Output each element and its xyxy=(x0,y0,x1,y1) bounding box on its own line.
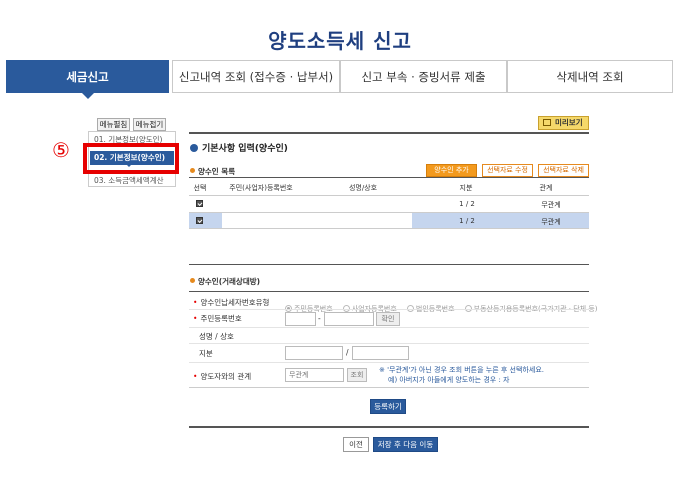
row-share: 1 / 2 xyxy=(459,217,475,225)
save-next-button[interactable]: 저장 후 다음 이동 xyxy=(373,437,438,452)
section-title: 기본사항 입력(양수인) xyxy=(190,141,288,154)
col-header-regno: 주민(사업자)등록번호 xyxy=(229,184,293,192)
share-numerator-input[interactable] xyxy=(285,346,343,360)
table-top-border xyxy=(189,177,589,178)
form-row-divider xyxy=(189,327,589,328)
share-separator: / xyxy=(346,348,349,357)
edit-selected-button[interactable]: 선택자료 수정 xyxy=(482,164,533,177)
register-button[interactable]: 등록하기 xyxy=(370,399,406,414)
menu-collapse-button[interactable]: 메뉴접기 xyxy=(133,118,166,131)
share-denominator-input[interactable] xyxy=(352,346,409,360)
regno-back-input[interactable] xyxy=(324,312,374,326)
share-label: 지분 xyxy=(199,349,213,358)
tab-deleted-history[interactable]: 삭제내역 조회 xyxy=(507,60,673,93)
row-share: 1 / 2 xyxy=(459,200,475,208)
document-icon xyxy=(543,119,551,126)
row-relation: 무관계 xyxy=(541,201,561,209)
tab-attachments[interactable]: 신고 부속 · 증빙서류 제출 xyxy=(340,60,507,93)
relation-note-line2: 예) 아버지가 아들에게 양도하는 경우 : 자 xyxy=(388,376,510,384)
preview-button[interactable]: 미리보기 xyxy=(538,116,589,130)
bullet-icon xyxy=(190,168,195,173)
col-header-name: 성명/상호 xyxy=(348,184,378,192)
row-checkbox[interactable] xyxy=(196,200,203,207)
tab-tax-report[interactable]: 세금신고 xyxy=(6,60,169,93)
form-top-divider xyxy=(189,264,589,265)
relation-lookup-button[interactable]: 조회 xyxy=(347,368,367,382)
relation-input[interactable]: 무관계 xyxy=(285,368,344,382)
table-row-selected[interactable]: 1 / 2 무관계 xyxy=(189,213,589,228)
regno-label: • 주민등록번호 xyxy=(193,314,242,323)
type-label: • 양수인납세자번호유형 xyxy=(193,298,270,307)
form-table-top-border xyxy=(189,291,589,292)
form-row-divider xyxy=(189,362,589,363)
table-bottom-border xyxy=(189,228,589,229)
regno-confirm-button[interactable]: 확인 xyxy=(376,312,400,326)
col-header-relation: 관계 xyxy=(539,184,553,192)
regno-front-input[interactable] xyxy=(285,312,316,326)
row-checkbox[interactable] xyxy=(196,217,203,224)
bullet-icon xyxy=(190,144,198,152)
active-tab-indicator xyxy=(82,93,94,99)
prev-button[interactable]: 이전 xyxy=(343,437,369,452)
col-header-share: 지분 xyxy=(459,184,473,192)
name-label: 성명 / 상호 xyxy=(199,332,234,341)
footer-divider xyxy=(189,426,589,428)
relation-label: • 양도자와의 관계 xyxy=(193,372,252,381)
tab-bar: 세금신고 신고내역 조회 (접수증 · 납부서) 신고 부속 · 증빙서류 제출… xyxy=(6,60,673,93)
row-relation: 무관계 xyxy=(541,218,561,226)
tab-report-history[interactable]: 신고내역 조회 (접수증 · 납부서) xyxy=(172,60,340,93)
row-regno-cell xyxy=(222,213,412,228)
top-divider xyxy=(189,132,589,134)
page-title: 양도소득세 신고 xyxy=(268,29,412,53)
menu-expand-button[interactable]: 메뉴펼침 xyxy=(97,118,130,131)
side-item-tax-calc[interactable]: 03. 소득금액세액계산 xyxy=(90,174,174,188)
bullet-icon xyxy=(190,278,195,283)
col-header-select: 선택 xyxy=(193,184,207,192)
form-row-divider xyxy=(189,343,589,344)
highlight-box xyxy=(83,143,179,174)
delete-selected-button[interactable]: 선택자료 삭제 xyxy=(538,164,589,177)
add-transferee-button[interactable]: 양수인 추가 xyxy=(426,164,477,177)
regno-separator: - xyxy=(318,314,321,323)
form-title: 양수인(거래상대방) xyxy=(190,276,260,287)
form-table-bottom-border xyxy=(189,387,589,388)
relation-note-line1: ※ '무관계'가 아닌 경우 조회 버튼을 누른 후 선택하세요. xyxy=(379,366,544,374)
form-row-divider xyxy=(189,309,589,310)
table-row[interactable]: 1 / 2 무관계 xyxy=(189,196,589,211)
preview-label: 미리보기 xyxy=(555,118,583,127)
step-number: ⑤ xyxy=(52,138,70,162)
list-title: 양수인 목록 xyxy=(190,166,235,177)
